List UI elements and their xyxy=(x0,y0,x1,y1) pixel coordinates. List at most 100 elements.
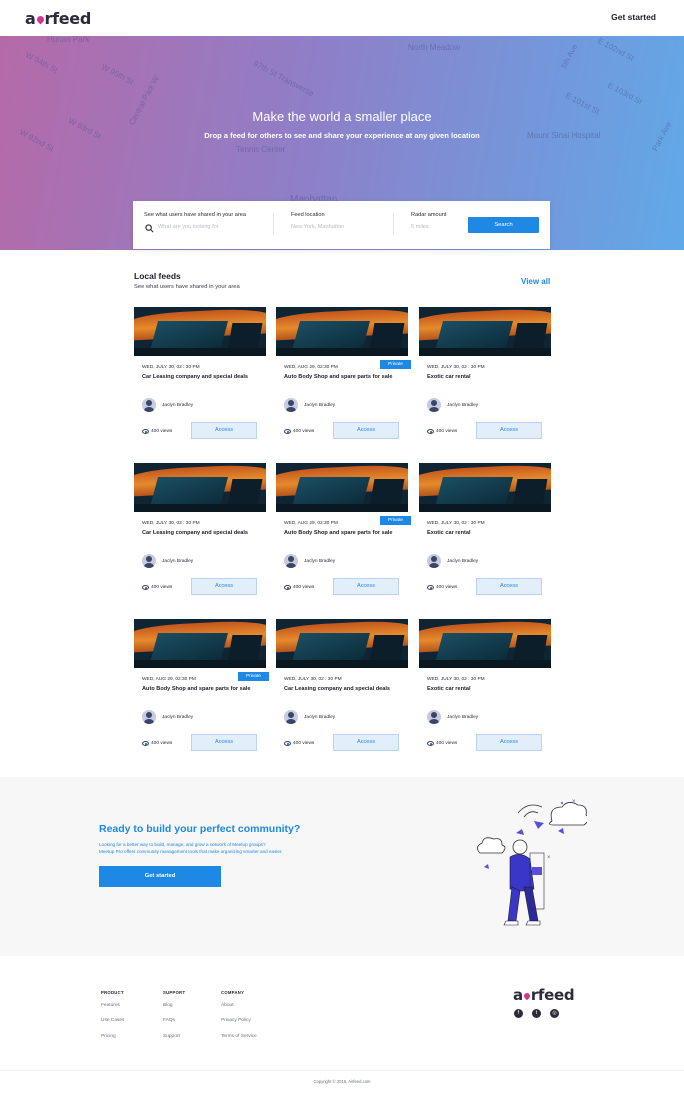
access-button[interactable]: Access xyxy=(333,578,399,595)
avatar[interactable] xyxy=(284,710,298,724)
footer-airfeed-logo[interactable]: a rfeed xyxy=(513,986,575,1004)
feed-card-author[interactable]: Jaclyn Bradley xyxy=(304,715,335,720)
search-query-input[interactable]: What are you looking for xyxy=(144,224,246,230)
feed-card[interactable]: Private WED, AUG 29, 02:30 PM Auto Body Sh… xyxy=(276,307,411,445)
twitter-icon[interactable]: t xyxy=(532,1009,541,1018)
feed-card[interactable]: WED, JULY 30, 02 : 30 PM Exotic car renta… xyxy=(419,463,551,601)
eye-icon xyxy=(427,429,434,434)
avatar[interactable] xyxy=(142,554,156,568)
feed-card-title[interactable]: Exotic car rental xyxy=(427,686,471,692)
feed-card-date: WED, AUG 29, 02:30 PM xyxy=(284,365,338,370)
radar-amount-input[interactable]: 5 miles xyxy=(411,224,446,230)
eye-icon xyxy=(284,741,291,746)
feed-card-image[interactable] xyxy=(276,619,408,668)
access-button[interactable]: Access xyxy=(333,734,399,751)
footer-link-support[interactable]: Support xyxy=(163,1034,180,1039)
feed-card-title[interactable]: Car Leasing company and special deals xyxy=(142,530,248,536)
map-label: North Meadow xyxy=(408,43,461,52)
feed-card-image[interactable] xyxy=(276,463,408,512)
feed-card-title[interactable]: Auto Body Shop and spare parts for sale xyxy=(142,686,250,692)
access-button[interactable]: Access xyxy=(191,422,257,439)
footer-link-use-cases[interactable]: Use Cases xyxy=(101,1018,124,1023)
view-all-link[interactable]: View all xyxy=(521,277,550,286)
feed-card-author[interactable]: Jaclyn Bradley xyxy=(162,403,193,408)
feed-card[interactable]: WED, JULY 30, 02 : 30 PM Car Leasing comp… xyxy=(134,307,266,445)
eye-icon xyxy=(142,741,149,746)
map-label: Hunan Park xyxy=(47,36,90,44)
feed-card-image[interactable] xyxy=(419,307,551,356)
feed-card-date: WED, JULY 30, 02 : 30 PM xyxy=(142,521,200,526)
feed-card-date: WED, JULY 30, 02 : 30 PM xyxy=(427,677,485,682)
footer-heading-company: COMPANY xyxy=(221,990,245,995)
feed-card[interactable]: WED, JULY 30, 02 : 30 PM Car Leasing comp… xyxy=(276,619,408,757)
feed-card-title[interactable]: Car Leasing company and special deals xyxy=(284,686,390,692)
hero-subtitle: Drop a feed for others to see and share … xyxy=(204,131,480,140)
avatar[interactable] xyxy=(427,710,441,724)
eye-icon xyxy=(427,585,434,590)
avatar[interactable] xyxy=(427,398,441,412)
avatar[interactable] xyxy=(427,554,441,568)
feed-card-image[interactable] xyxy=(134,463,266,512)
search-panel: See what users have shared in your area … xyxy=(133,201,550,249)
avatar[interactable] xyxy=(142,710,156,724)
avatar[interactable] xyxy=(284,554,298,568)
feed-card-title[interactable]: Exotic car rental xyxy=(427,374,471,380)
feed-card-title[interactable]: Auto Body Shop and spare parts for sale xyxy=(284,530,392,536)
divider xyxy=(393,213,394,235)
avatar[interactable] xyxy=(284,398,298,412)
private-badge: Private xyxy=(380,516,411,525)
cta-section: Ready to build your perfect community? L… xyxy=(0,777,684,956)
avatar[interactable] xyxy=(142,398,156,412)
map-label: E 102nd St xyxy=(596,36,636,63)
feed-card-image[interactable] xyxy=(419,463,551,512)
feed-card[interactable]: Private WED, AUG 29, 02:30 PM Auto Body Sh… xyxy=(276,463,411,601)
community-illustration: × × xyxy=(477,799,587,926)
footer-link-privacy-policy[interactable]: Privacy Policy xyxy=(221,1018,251,1023)
feed-card-author[interactable]: Jaclyn Bradley xyxy=(447,715,478,720)
feed-card[interactable]: Private WED, AUG 29, 02:30 PM Auto Body Sh… xyxy=(134,619,269,757)
search-query-field[interactable]: See what users have shared in your area … xyxy=(144,212,246,233)
footer-link-pricing[interactable]: Pricing xyxy=(101,1034,116,1039)
feed-card-author[interactable]: Jaclyn Bradley xyxy=(304,559,335,564)
feed-card-author[interactable]: Jaclyn Bradley xyxy=(447,559,478,564)
footer-heading-support: SUPPORT xyxy=(163,990,186,995)
access-button[interactable]: Access xyxy=(333,422,399,439)
feed-card[interactable]: WED, JULY 30, 02 : 30 PM Exotic car renta… xyxy=(419,619,551,757)
footer-link-terms[interactable]: Terms of Service xyxy=(221,1034,257,1039)
feed-card-author[interactable]: Jaclyn Bradley xyxy=(304,403,335,408)
access-button[interactable]: Access xyxy=(191,734,257,751)
feed-card-author[interactable]: Jaclyn Bradley xyxy=(162,715,193,720)
cta-get-started-button[interactable]: Get started xyxy=(99,866,221,887)
map-label: Tennis Center xyxy=(236,145,286,154)
footer-link-about[interactable]: About xyxy=(221,1003,234,1008)
feed-card-title[interactable]: Exotic car rental xyxy=(427,530,471,536)
feed-card-author[interactable]: Jaclyn Bradley xyxy=(447,403,478,408)
search-button[interactable]: Search xyxy=(468,217,539,233)
cta-title: Ready to build your perfect community? xyxy=(99,823,301,835)
feed-card-image[interactable] xyxy=(134,619,266,668)
feed-card-author[interactable]: Jaclyn Bradley xyxy=(162,559,193,564)
footer-link-blog[interactable]: Blog xyxy=(163,1003,173,1008)
feed-card-title[interactable]: Auto Body Shop and spare parts for sale xyxy=(284,374,392,380)
facebook-icon[interactable]: f xyxy=(514,1009,523,1018)
access-button[interactable]: Access xyxy=(476,422,542,439)
feed-card-image[interactable] xyxy=(276,307,408,356)
access-button[interactable]: Access xyxy=(476,578,542,595)
footer-link-faqs[interactable]: FAQs xyxy=(163,1018,175,1023)
footer-link-features[interactable]: Features xyxy=(101,1003,120,1008)
feed-card-image[interactable] xyxy=(134,307,266,356)
airfeed-logo[interactable]: a rfeed xyxy=(25,9,91,28)
radar-amount-field[interactable]: Radar amount 5 miles xyxy=(411,212,446,230)
feed-card-date: WED, JULY 30, 02 : 30 PM xyxy=(427,365,485,370)
feed-card-title[interactable]: Car Leasing company and special deals xyxy=(142,374,248,380)
access-button[interactable]: Access xyxy=(191,578,257,595)
feed-location-input[interactable]: New York, Manhattan xyxy=(291,224,344,230)
map-label: E 103rd St xyxy=(606,80,644,107)
feed-card-image[interactable] xyxy=(419,619,551,668)
instagram-icon[interactable]: ◎ xyxy=(550,1009,559,1018)
access-button[interactable]: Access xyxy=(476,734,542,751)
get-started-link[interactable]: Get started xyxy=(611,12,656,22)
feed-card[interactable]: WED, JULY 30, 02 : 30 PM Car Leasing comp… xyxy=(134,463,266,601)
feed-card[interactable]: WED, JULY 30, 02 : 30 PM Exotic car renta… xyxy=(419,307,551,445)
feed-location-field[interactable]: Feed location New York, Manhattan xyxy=(291,212,344,230)
